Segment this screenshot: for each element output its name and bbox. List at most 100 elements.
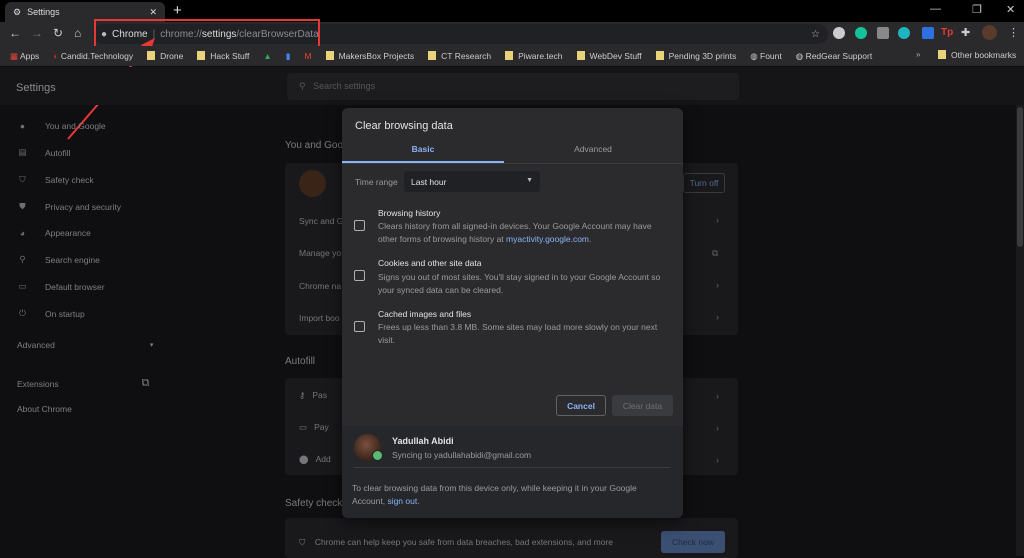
passwords-row[interactable]: ⚷ Pas xyxy=(299,390,327,401)
gmail-icon[interactable]: M xyxy=(304,51,311,61)
check-now-button[interactable]: Check now xyxy=(661,531,725,553)
chevron-right-icon: › xyxy=(716,215,719,225)
clear-data-button[interactable]: Clear data xyxy=(612,395,673,416)
key-icon: ⚷ xyxy=(299,390,306,400)
menu-icon[interactable]: ⋮ xyxy=(1008,26,1019,39)
scrollbar[interactable] xyxy=(1016,105,1024,556)
avatar xyxy=(299,170,326,197)
home-icon[interactable]: ⌂ xyxy=(74,26,81,40)
tab-advanced[interactable]: Advanced xyxy=(512,144,674,154)
sidebar-item-safety-check[interactable]: ⛉ Safety check xyxy=(17,174,93,185)
bookmark-item[interactable]: ◍ RedGear Support xyxy=(796,51,872,62)
folder-icon xyxy=(428,51,437,60)
chevron-down-icon: ▼ xyxy=(526,177,533,184)
myactivity-link[interactable]: myactivity.google.com xyxy=(506,234,589,244)
sidebar-item-on-startup[interactable]: ⏻ On startup xyxy=(17,308,85,319)
profile-avatar[interactable] xyxy=(982,25,997,40)
extension-icon[interactable] xyxy=(922,27,934,39)
option-title: Browsing history xyxy=(378,208,441,218)
sidebar-item-you-and-google[interactable]: ● You and Google xyxy=(17,121,106,131)
manage-account-row[interactable]: Manage yo xyxy=(299,248,341,258)
sync-row[interactable]: Sync and G xyxy=(299,216,343,226)
power-icon: ⏻ xyxy=(19,308,26,318)
option-title: Cached images and files xyxy=(378,309,472,319)
puzzle-icon[interactable]: ✚ xyxy=(961,26,970,39)
back-icon[interactable]: ← xyxy=(9,26,21,40)
folder-icon xyxy=(505,51,514,60)
tp-extension-icon[interactable]: Tp xyxy=(941,27,953,38)
extension-icon[interactable] xyxy=(833,27,845,39)
bookmark-item[interactable]: MakersBox Projects xyxy=(325,51,414,61)
grammarly-icon[interactable] xyxy=(855,27,867,39)
bookmark-item[interactable]: ◐ Candid.Technology xyxy=(53,51,133,61)
bookmark-item[interactable]: Pending 3D prints xyxy=(655,51,736,61)
bookmark-item[interactable]: CT Research xyxy=(428,51,491,61)
bookmarks-bar: ▦ Apps ◐ Candid.Technology Drone Hack St… xyxy=(0,46,1024,66)
search-settings-input[interactable]: ⚲ Search settings xyxy=(287,73,739,100)
sidebar-about-chrome[interactable]: About Chrome xyxy=(17,404,72,414)
close-tab-icon[interactable]: ✕ xyxy=(149,7,157,18)
turn-off-button[interactable]: Turn off xyxy=(683,173,725,193)
other-bookmarks[interactable]: Other bookmarks xyxy=(938,50,1016,60)
bookmark-apps[interactable]: ▦ Apps xyxy=(10,51,39,62)
sync-status: Syncing to yadullahabidi@gmail.com xyxy=(392,450,532,460)
import-row[interactable]: Import boo xyxy=(299,313,340,323)
maximize-button[interactable]: ❐ xyxy=(972,3,982,16)
chevron-right-icon: › xyxy=(716,312,719,322)
new-tab-button[interactable]: + xyxy=(173,2,182,19)
user-name: Yadullah Abidi xyxy=(392,436,454,446)
bookmark-item[interactable]: Drone xyxy=(147,51,183,61)
drive-icon[interactable]: ▲ xyxy=(263,51,271,61)
time-range-select[interactable]: Last hour ▼ xyxy=(404,171,540,192)
chevron-down-icon: ▾ xyxy=(149,342,154,349)
sign-out-link[interactable]: sign out xyxy=(387,496,417,506)
search-icon: ⚲ xyxy=(299,81,306,91)
globe-icon: ◍ xyxy=(795,50,804,61)
sidebar-item-search-engine[interactable]: ⚲ Search engine xyxy=(17,254,99,265)
sidebar-item-privacy[interactable]: ⛊ Privacy and security xyxy=(17,201,121,212)
cached-images-checkbox[interactable] xyxy=(354,321,365,332)
dialog-footer: Yadullah Abidi Syncing to yadullahabidi@… xyxy=(342,426,683,518)
tab-basic[interactable]: Basic xyxy=(342,144,504,154)
minimize-button[interactable]: — xyxy=(930,3,941,15)
bookmark-item[interactable]: WebDev Stuff xyxy=(576,51,642,61)
safety-text: ⛉ Chrome can help keep you safe from dat… xyxy=(299,537,613,547)
chrome-name-row[interactable]: Chrome na xyxy=(299,281,341,291)
browser-icon: ▭ xyxy=(18,281,27,291)
sidebar-item-default-browser[interactable]: ▭ Default browser xyxy=(17,281,104,292)
card-icon: ▭ xyxy=(299,422,308,432)
sign-out-note: To clear browsing data from this device … xyxy=(352,483,637,506)
section-safety-check: Safety check xyxy=(285,498,343,509)
bookmark-item[interactable]: Piware.tech xyxy=(505,51,563,61)
forward-icon[interactable]: → xyxy=(31,26,43,40)
folder-icon xyxy=(197,51,206,60)
close-window-button[interactable]: ✕ xyxy=(1006,3,1015,16)
sidebar-item-autofill[interactable]: ▤ Autofill xyxy=(17,147,70,158)
reload-icon[interactable]: ↻ xyxy=(53,26,63,40)
extension-icon[interactable] xyxy=(898,27,910,39)
chevron-right-icon: › xyxy=(716,391,719,401)
cancel-button[interactable]: Cancel xyxy=(556,395,606,416)
settings-title: Settings xyxy=(16,82,56,94)
bookmark-item[interactable]: Hack Stuff xyxy=(197,51,249,61)
external-link-icon: ⧉ xyxy=(712,248,719,258)
extension-icon[interactable] xyxy=(877,27,889,39)
addresses-row[interactable]: ⬤ Add xyxy=(299,454,331,465)
folder-icon xyxy=(655,51,664,60)
sidebar-extensions[interactable]: Extensions ⧉ xyxy=(17,377,149,390)
docs-icon[interactable]: ▮ xyxy=(286,51,291,62)
payments-row[interactable]: ▭ Pay xyxy=(299,422,329,433)
apps-icon: ▦ xyxy=(10,50,19,61)
scrollbar-thumb[interactable] xyxy=(1017,107,1023,247)
star-icon[interactable]: ☆ xyxy=(811,29,820,40)
bookmark-item[interactable]: ◍ Fount xyxy=(750,51,782,62)
more-bookmarks-icon[interactable]: » xyxy=(916,50,920,59)
cookies-checkbox[interactable] xyxy=(354,270,365,281)
shield-check-icon: ⛉ xyxy=(19,174,26,184)
folder-icon xyxy=(938,50,946,59)
browsing-history-checkbox[interactable] xyxy=(354,220,365,231)
sidebar-advanced[interactable]: Advanced ▾ xyxy=(17,340,153,350)
option-description: Clears history from all signed-in device… xyxy=(378,221,652,244)
dialog-title: Clear browsing data xyxy=(355,120,453,132)
sidebar-item-appearance[interactable]: ◕ Appearance xyxy=(17,228,91,238)
